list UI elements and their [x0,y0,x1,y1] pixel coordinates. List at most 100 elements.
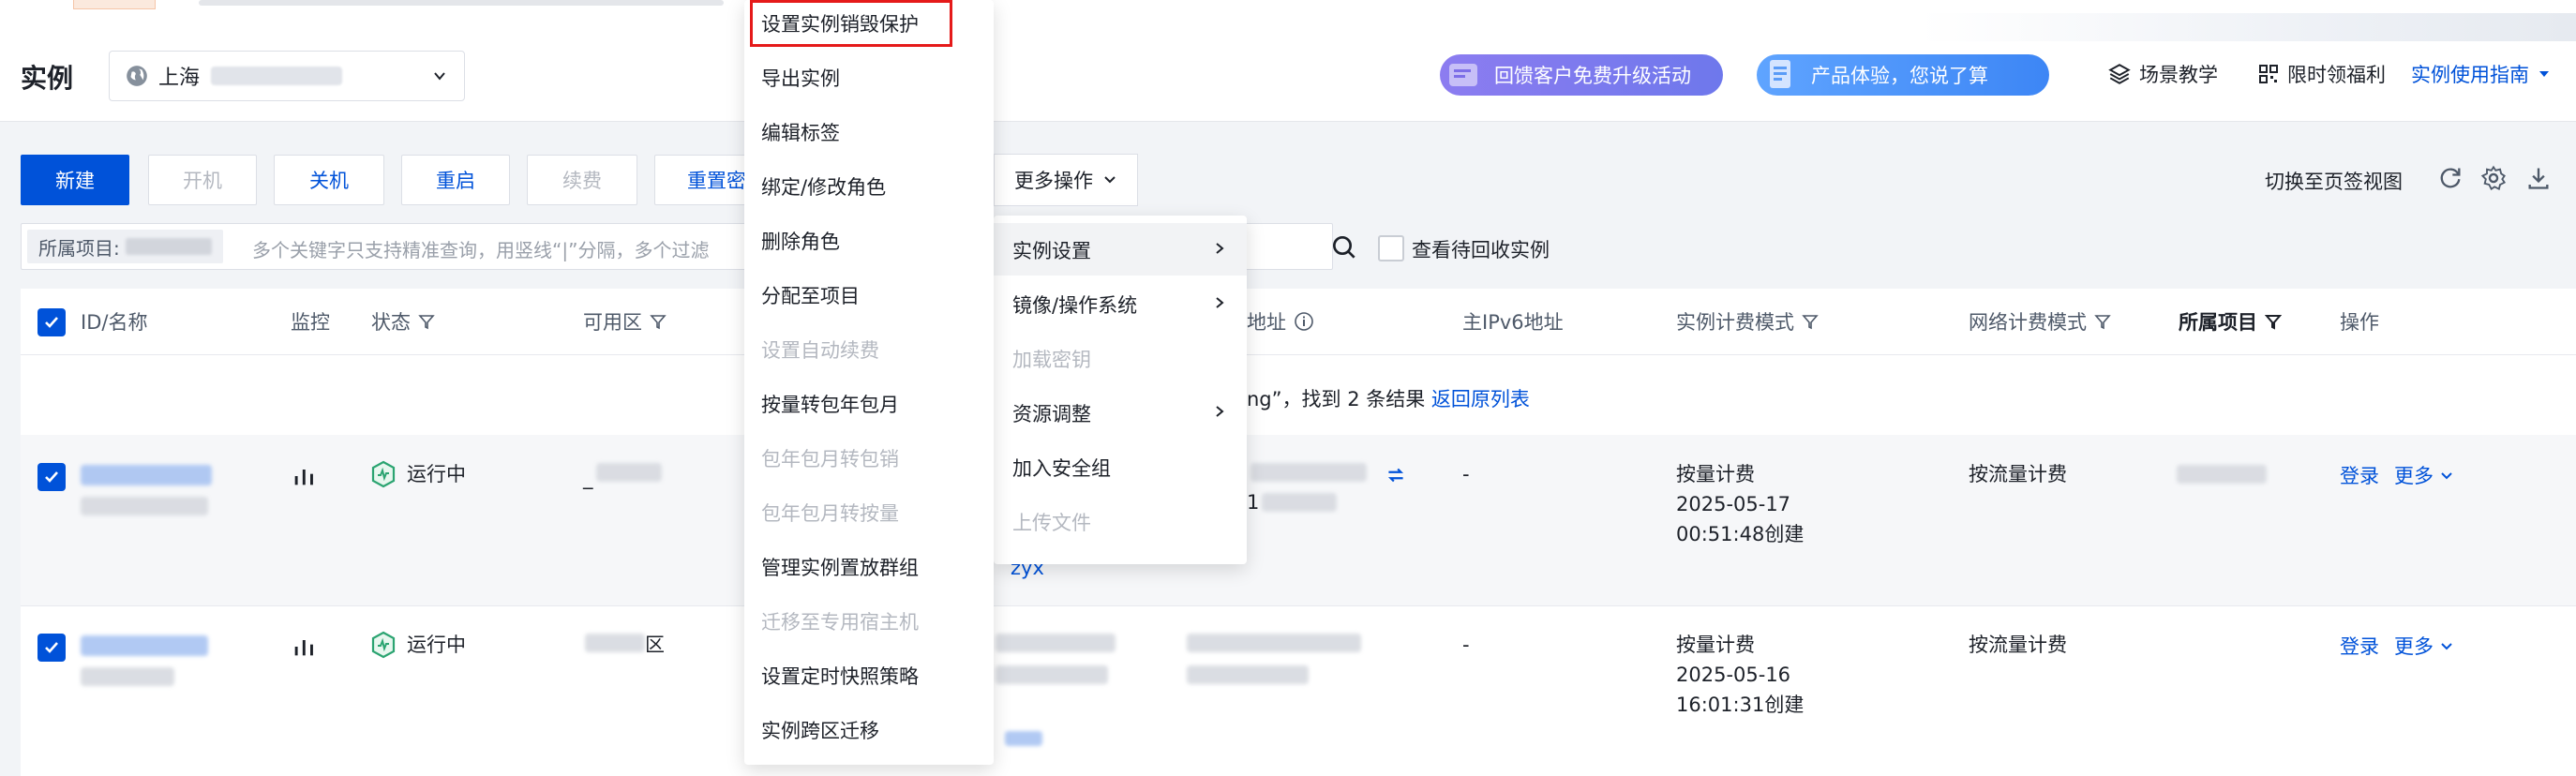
benefits-link[interactable]: 限时领福利 [2257,60,2386,88]
back-to-list-link[interactable]: 返回原列表 [1431,388,1530,410]
search-placeholder: 多个关键字只支持精准查询，用竖线“|”分隔，多个过滤 [252,239,710,261]
promo-survey-text: 产品体验，您说了算 [1811,65,1988,87]
menu-item-assign-project[interactable]: 分配至项目 [761,281,860,309]
header-separator [21,354,2576,355]
bar-chart-icon[interactable] [291,463,317,489]
filter-icon[interactable] [650,313,666,330]
instance-settings-submenu: 设置实例销毁保护 导出实例 编辑标签 绑定/修改角色 删除角色 分配至项目 设置… [744,0,994,765]
col-zone-label: 可用区 [583,311,642,334]
filter-icon[interactable] [2094,313,2111,330]
document-icon [1770,60,1790,88]
promo-survey-banner[interactable]: 产品体验，您说了算 [1757,54,2049,96]
chevron-right-icon [1216,406,1224,417]
menu-item-instance-settings[interactable]: 实例设置 [1012,236,1091,264]
col-project: 所属项目 [2179,307,2282,336]
promo-feedback-banner[interactable]: 回馈客户免费升级活动 [1440,54,1723,96]
info-icon[interactable] [1294,311,1314,332]
row-checkbox[interactable] [37,634,66,662]
col-zone: 可用区 [583,307,666,336]
menu-item-delete-role[interactable]: 删除角色 [761,227,840,255]
ip-address-blurred [1187,634,1361,652]
new-button[interactable]: 新建 [21,155,129,205]
menu-item-resource-adjust[interactable]: 资源调整 [1012,399,1091,427]
qr-code-icon [2259,65,2278,83]
more-operations-menu: 实例设置 镜像/操作系统 加载密钥 资源调整 加入安全组 上传文件 [994,216,1247,564]
filter-icon[interactable] [418,313,435,330]
col-net-billing-label: 网络计费模式 [1969,311,2087,334]
menu-item-image-os[interactable]: 镜像/操作系统 [1012,291,1137,319]
status-running: 运行中 [369,630,466,660]
notice-text-blurred [199,0,724,6]
menu-item-postpaid-to-prepaid[interactable]: 按量转包年包月 [761,390,899,418]
menu-item-cross-zone-migration[interactable]: 实例跨区迁移 [761,716,879,744]
col-billing: 实例计费模式 [1676,307,1819,336]
billing-mode: 按量计费 [1676,634,1755,656]
menu-item-snapshot-policy[interactable]: 设置定时快照策略 [761,662,919,690]
menu-item-join-security-group[interactable]: 加入安全组 [1012,454,1111,482]
menu-item-upload-file[interactable]: 上传文件 [1012,508,1091,536]
menu-item-placement-group[interactable]: 管理实例置放群组 [761,553,919,581]
ip-extra-link-blurred[interactable] [1005,731,1042,746]
status-running: 运行中 [369,459,466,489]
project-filter-value-blurred [125,238,212,255]
menu-item-prepaid-to-package[interactable]: 包年包月转包销 [761,444,899,472]
renew-button[interactable]: 续费 [527,155,637,205]
project-name-blurred [2177,465,2267,484]
project-filter-label: 所属项目: [38,236,120,260]
billing-date: 2025-05-17 [1676,493,1791,515]
project-filter-chip[interactable]: 所属项目: [27,230,223,263]
settings-gear-icon[interactable] [2480,165,2507,191]
restart-button[interactable]: 重启 [401,155,510,205]
page-header: 实例 上海 回馈客户免费升级活动 产品体验，您说了算 场景教学 限时领福利 实例… [0,13,2576,122]
net-billing-mode: 按流量计费 [1969,463,2067,485]
start-button[interactable]: 开机 [148,155,257,205]
login-link[interactable]: 登录 [2340,461,2379,491]
col-monitor: 监控 [291,307,330,336]
menu-item-load-key[interactable]: 加载密钥 [1012,345,1091,373]
login-link[interactable]: 登录 [2340,632,2379,662]
highlight-box [750,0,952,47]
filter-active-icon[interactable] [2265,313,2282,330]
chevron-down-icon [2441,472,2452,480]
billing-time: 16:01:31创建 [1676,694,1805,716]
switch-view-link[interactable]: 切换至页签视图 [2265,167,2403,195]
menu-item-bind-role[interactable]: 绑定/修改角色 [761,172,886,201]
swap-ip-icon[interactable] [1384,463,1408,487]
menu-item-migrate-dedicated-host[interactable]: 迁移至专用宿主机 [761,607,919,635]
reset-password-button[interactable]: 重置密 [654,155,757,205]
check-icon [45,471,58,483]
chevron-down-icon [1104,176,1116,184]
menu-item-auto-renew[interactable]: 设置自动续费 [761,336,879,364]
bar-chart-icon[interactable] [291,634,317,660]
status-text: 运行中 [407,634,466,656]
refresh-icon[interactable] [2437,165,2464,191]
ip-address-2-blurred [1262,493,1337,512]
col-ipv6: 主IPv6地址 [1462,307,1564,336]
row-more-label: 更多 [2394,465,2434,487]
chevron-right-icon [1216,243,1224,254]
usage-guide-link[interactable]: 实例使用指南 [2411,60,2552,88]
row-checkbox[interactable] [37,463,66,491]
instance-id-link-blurred[interactable] [81,465,212,485]
ip-suffix: 1 [1247,491,1260,514]
menu-item-export-instances[interactable]: 导出实例 [761,64,840,92]
download-icon[interactable] [2525,165,2552,191]
region-selector[interactable]: 上海 [109,51,465,101]
scene-tutorial-link[interactable]: 场景教学 [2107,60,2218,88]
row-more-dropdown[interactable]: 更多 [2394,632,2454,662]
more-operations-label: 更多操作 [1014,170,1093,192]
col-billing-label: 实例计费模式 [1676,311,1794,334]
search-icon[interactable] [1329,232,1359,262]
menu-item-edit-tags[interactable]: 编辑标签 [761,118,840,146]
filter-icon[interactable] [1802,313,1819,330]
more-operations-button[interactable]: 更多操作 [994,154,1138,206]
usage-guide-label: 实例使用指南 [2411,64,2529,86]
instance-id-link-blurred[interactable] [81,635,208,656]
col-id-name: ID/名称 [81,307,147,336]
col-ip: 地址 [1247,307,1314,336]
menu-item-prepaid-to-postpaid[interactable]: 包年包月转按量 [761,499,899,527]
recycle-checkbox[interactable] [1378,235,1404,261]
shutdown-button[interactable]: 关机 [274,155,384,205]
row-more-dropdown[interactable]: 更多 [2394,461,2454,491]
select-all-checkbox[interactable] [37,308,66,336]
